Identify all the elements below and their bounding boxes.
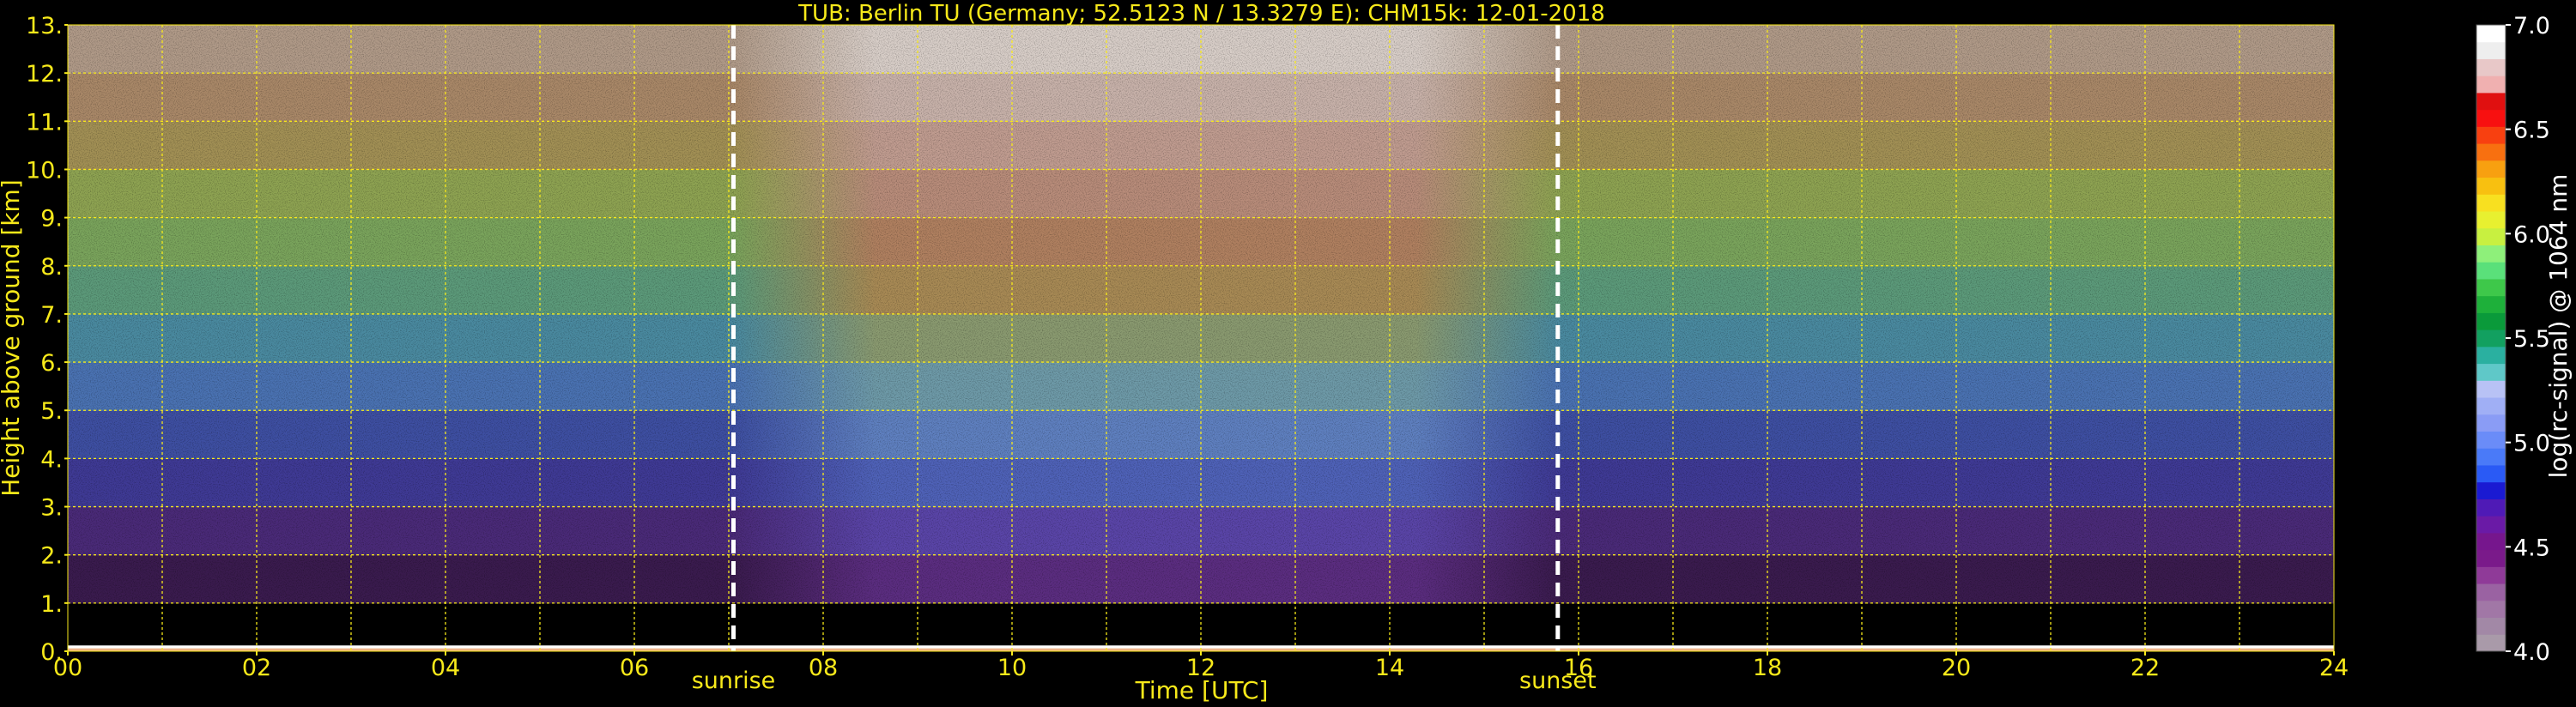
y-tick-label: 2. [40, 543, 63, 570]
y-tick-label: 6. [40, 350, 63, 377]
colorbar-segment [2476, 346, 2506, 365]
colorbar-segment [2476, 363, 2506, 381]
x-axis-label: Time [UTC] [1135, 676, 1269, 704]
colorbar-segment [2476, 92, 2506, 111]
y-tick-label: 5. [40, 398, 63, 425]
colorbar-segment [2476, 262, 2506, 280]
y-tick-label: 3. [40, 495, 63, 522]
x-tick-label: 24 [2319, 655, 2349, 681]
colorbar-tick-label: 6.5 [2513, 118, 2550, 144]
colorbar-segment [2476, 600, 2506, 619]
y-axis-label: Height above ground [km] [0, 179, 25, 497]
chart-title: TUB: Berlin TU (Germany; 52.5123 N / 13.… [797, 1, 1605, 27]
y-tick-label: 13. [26, 13, 63, 39]
colorbar-segment [2476, 397, 2506, 415]
colorbar-segment [2476, 329, 2506, 347]
colorbar-segment [2476, 448, 2506, 466]
colorbar-label: log(rc-signal) @ 1064 nm [2544, 174, 2573, 479]
colorbar-tick-label: 4.5 [2513, 535, 2550, 561]
colorbar-segment [2476, 464, 2506, 483]
y-tick-labels: 0.1.2.3.4.5.6.7.8.9.10.11.12.13. [26, 13, 68, 666]
colorbar-segment [2476, 211, 2506, 229]
x-tick-label: 10 [997, 655, 1027, 681]
colorbar-segment [2476, 278, 2506, 297]
colorbar-segment [2476, 583, 2506, 601]
colorbar-segment [2476, 143, 2506, 161]
colorbar-segment [2476, 194, 2506, 212]
colorbar-segment [2476, 227, 2506, 245]
colorbar-segment [2476, 380, 2506, 398]
colorbar-segment [2476, 532, 2506, 551]
colorbar-segment [2476, 499, 2506, 517]
x-tick-label: 04 [431, 655, 460, 681]
colorbar-segment [2476, 25, 2506, 43]
x-tick-label: 08 [809, 655, 838, 681]
x-tick-label: 22 [2131, 655, 2160, 681]
colorbar-segment [2476, 617, 2506, 635]
x-tick-label: 02 [242, 655, 271, 681]
colorbar-segment [2476, 481, 2506, 499]
colorbar-segment [2476, 516, 2506, 534]
colorbar-tick-label: 4.0 [2513, 639, 2550, 666]
colorbar-segment [2476, 160, 2506, 178]
x-tick-label: 16 [1564, 655, 1593, 681]
y-tick-label: 7. [40, 302, 63, 329]
colorbar-segment [2476, 566, 2506, 584]
y-tick-label: 1. [40, 591, 63, 618]
colorbar-segment [2476, 295, 2506, 313]
y-tick-label: 10. [26, 157, 63, 184]
y-tick-label: 8. [40, 254, 63, 281]
lidar-chart: TUB: Berlin TU (Germany; 52.5123 N / 13.… [0, 1, 2573, 704]
colorbar-segment [2476, 634, 2506, 652]
x-tick-label: 14 [1375, 655, 1404, 681]
colorbar-segment [2476, 58, 2506, 76]
colorbar-segment [2476, 312, 2506, 330]
x-tick-label: 06 [620, 655, 649, 681]
colorbar [2476, 24, 2506, 652]
colorbar-segment [2476, 549, 2506, 567]
y-tick-label: 9. [40, 206, 63, 233]
y-tick-label: 11. [26, 109, 63, 136]
colorbar-segment [2476, 126, 2506, 144]
colorbar-tick-label: 7.0 [2513, 13, 2550, 39]
y-tick-label: 12. [26, 61, 63, 88]
colorbar-segment [2476, 414, 2506, 432]
colorbar-segment [2476, 76, 2506, 94]
colorbar-segment [2476, 41, 2506, 59]
colorbar-segment [2476, 177, 2506, 195]
colorbar-segment [2476, 431, 2506, 449]
colorbar-segment [2476, 245, 2506, 263]
colorbar-segment [2476, 109, 2506, 127]
x-tick-label: 00 [53, 655, 82, 681]
x-tick-label: 20 [1942, 655, 1971, 681]
x-tick-label: 18 [1753, 655, 1782, 681]
sunrise-label: sunrise [692, 668, 776, 694]
y-tick-label: 4. [40, 446, 63, 473]
